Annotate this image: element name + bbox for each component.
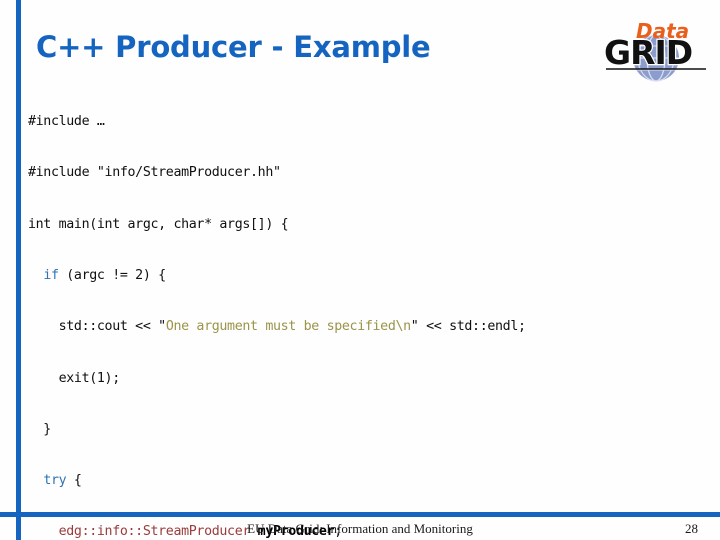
- slide: C++ Producer - Example Data GRID #includ…: [0, 0, 720, 540]
- code-line: exit(1);: [28, 370, 121, 386]
- code-line: if (argc != 2) {: [43, 268, 166, 284]
- page-title: C++ Producer - Example: [36, 30, 431, 64]
- logo-word-grid: GRID: [604, 33, 692, 72]
- code-block: #include … #include "info/StreamProducer…: [28, 79, 712, 540]
- vertical-accent-bar: [16, 0, 21, 540]
- code-line: #include …: [28, 114, 105, 130]
- code-line: int main(int argc, char* args[]) {: [28, 216, 289, 232]
- code-line: }: [28, 421, 51, 437]
- code-line: std::cout << "One argument must be speci…: [28, 319, 526, 335]
- page-number: 28: [685, 521, 698, 536]
- code-line: #include "info/StreamProducer.hh": [28, 165, 281, 181]
- footer-text: EU Data Grid: Information and Monitoring: [247, 521, 473, 536]
- code-line: try {: [43, 473, 82, 489]
- datagrid-logo: Data GRID: [600, 14, 712, 86]
